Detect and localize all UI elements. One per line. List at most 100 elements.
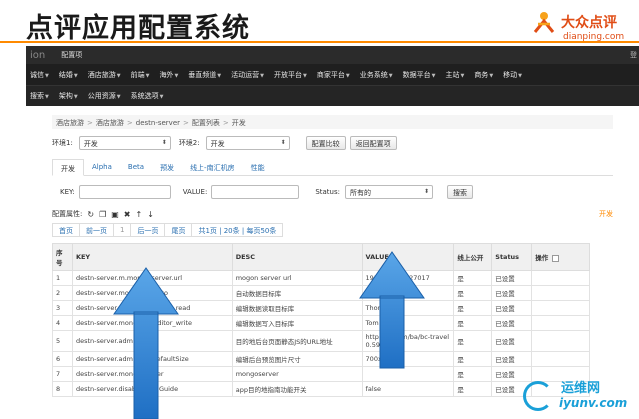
nav-item[interactable]: 海外▼	[159, 70, 178, 80]
cell-actions[interactable]	[531, 285, 590, 301]
remove-icon[interactable]: ✖	[124, 210, 131, 219]
cell-desc: 自动数据目标库	[231, 285, 363, 301]
nav-item-label: 活动运营	[231, 70, 260, 79]
nav-item[interactable]: 前端▼	[131, 70, 150, 80]
chevron-down-icon: ▼	[460, 72, 465, 79]
cell-status: 已设置	[491, 330, 533, 352]
env-tab[interactable]: 预发	[152, 159, 182, 175]
cell-actions[interactable]	[531, 270, 590, 286]
nav-item[interactable]: 架构▼	[59, 91, 78, 101]
cell-value	[361, 366, 455, 382]
nav-item-label: 商务	[474, 70, 489, 79]
column-header: 序号	[52, 243, 73, 271]
login-link[interactable]: 登	[630, 50, 637, 60]
chevron-down-icon: ▼	[489, 72, 494, 79]
nav-item[interactable]: 商家平台▼	[317, 70, 350, 80]
env-tab[interactable]: 开发	[52, 159, 84, 176]
env-tab[interactable]: Beta	[120, 159, 152, 175]
main-content: 酒店旅游 > 酒店旅游 > destn-server > 配置列表 > 开发 环境1: 开发 ⬍…	[26, 115, 639, 397]
cell-actions[interactable]	[531, 315, 590, 331]
props-label: 配置属性:	[52, 210, 83, 218]
nav-item[interactable]: 业务系统▼	[360, 70, 393, 80]
cell-pub: 是	[453, 381, 493, 397]
table-row[interactable]: 4 destn-server.mongo.db.editor_write 编辑数据写…	[52, 315, 590, 331]
move-up-icon[interactable]: ↑	[136, 210, 143, 219]
nav-item[interactable]: 系统选项▼	[131, 91, 164, 101]
chevron-down-icon: ▼	[388, 72, 393, 79]
cell-status: 已设置	[491, 351, 533, 367]
pagination-item[interactable]: 前一页	[79, 223, 114, 237]
chevron-down-icon: ▼	[45, 72, 49, 79]
env2-label: 环境2:	[178, 139, 200, 147]
table-row[interactable]: 2 destn-server.mongo.db.auto 自动数据目标库 Jerry 是…	[52, 285, 590, 301]
cell-desc: app目的地指南功能开关	[231, 381, 363, 397]
compare-config-button[interactable]: 配置比较	[305, 136, 346, 150]
nav-item[interactable]: 结婚▼	[59, 70, 78, 80]
search-button[interactable]: 搜索	[446, 185, 473, 199]
nav-item[interactable]: 诚信▼	[30, 70, 49, 80]
cell-no: 6	[52, 351, 73, 367]
env-selector-row: 环境1: 开发 ⬍ 环境2: 开发 ⬍ 配置比较 返回配置项	[52, 133, 639, 153]
nav-item[interactable]: 活动运营▼	[231, 70, 264, 80]
cell-no: 5	[52, 330, 73, 352]
table-row[interactable]: 8 destn-server.disableHotelGuide app目的地指南功…	[52, 381, 590, 397]
watermark-cn: 运维网	[561, 381, 601, 396]
pagination-item[interactable]: 尾页	[164, 223, 193, 237]
breadcrumb-item[interactable]: 酒店旅游	[96, 119, 124, 127]
app-title[interactable]: 配置项	[61, 50, 82, 60]
cell-pub: 是	[453, 366, 493, 382]
key-input[interactable]	[78, 185, 171, 199]
nav-item[interactable]: 公用资源▼	[88, 91, 121, 101]
nav-item[interactable]: 主站▼	[445, 70, 464, 80]
breadcrumb-item[interactable]: 酒店旅游	[56, 119, 84, 127]
table-header-row: 序号 KEY DESC VALUE 线上公开 Status 操作	[52, 243, 590, 271]
table-row[interactable]: 6 destn-server.admin.pic.defaultSize 编辑后台预…	[52, 351, 590, 367]
nav-item[interactable]: 数据平台▼	[403, 70, 436, 80]
cell-key: destn-server.mongo.db.editor_write	[71, 315, 233, 331]
cell-actions[interactable]	[531, 330, 590, 352]
env1-select[interactable]: 开发 ⬍	[78, 136, 171, 150]
pagination-item[interactable]: 后一页	[130, 223, 166, 237]
copy-icon[interactable]: ❐	[99, 210, 106, 219]
breadcrumb-item[interactable]: 配置列表	[192, 119, 220, 127]
env-tab[interactable]: Alpha	[84, 159, 120, 175]
status-select[interactable]: 所有的 ⬍	[344, 185, 433, 199]
env-tab[interactable]: 线上-南汇机房	[182, 159, 243, 175]
env2-select[interactable]: 开发 ⬍	[205, 136, 290, 150]
nav-item[interactable]: 垂直频道▼	[188, 70, 221, 80]
chevron-down-icon: ▼	[260, 72, 265, 79]
refresh-icon[interactable]: ↻	[87, 210, 94, 219]
nav-item-label: 结婚	[58, 70, 73, 79]
back-to-config-button[interactable]: 返回配置项	[349, 136, 397, 150]
chevron-down-icon: ▼	[145, 72, 150, 79]
chevron-down-icon: ▼	[116, 94, 121, 100]
select-all-checkbox[interactable]	[552, 254, 560, 262]
cell-desc: 编辑后台预览图片尺寸	[231, 351, 363, 367]
nav-item[interactable]: 开放平台▼	[274, 70, 307, 80]
nav-item-label: 前端	[130, 70, 145, 79]
nav-item[interactable]: 搜索▼	[30, 91, 49, 101]
table-row[interactable]: 7 destn-server.mongo.server mongoserver 是已设…	[52, 366, 590, 382]
nav-item[interactable]: 酒店旅游▼	[88, 70, 121, 80]
env-tab[interactable]: 性能	[243, 159, 273, 175]
pagination-item[interactable]: 首页	[52, 223, 80, 237]
app-brand[interactable]: ion	[30, 50, 45, 61]
nav-item[interactable]: 商务▼	[474, 70, 493, 80]
cell-no: 2	[52, 285, 73, 301]
move-down-icon[interactable]: ↓	[147, 210, 154, 219]
breadcrumb-separator: >	[222, 119, 229, 127]
nav-item-label: 架构	[58, 92, 73, 100]
table-row[interactable]: 3 destn-server.mongo.db.editor_read 编辑数据读取…	[52, 300, 590, 316]
cell-no: 7	[52, 366, 73, 382]
nav-item-label: 商家平台	[316, 70, 345, 79]
value-input[interactable]	[211, 185, 300, 199]
cell-actions[interactable]	[531, 351, 590, 367]
table-row[interactable]: 5 destn-server.admin.jsurl 目的地后台页面静态JS的URL…	[52, 330, 590, 352]
breadcrumb-item[interactable]: destn-server	[136, 119, 180, 127]
nav-item[interactable]: 移动▼	[503, 70, 522, 80]
cell-actions[interactable]	[531, 300, 590, 316]
select-arrow-icon: ⬍	[280, 139, 286, 146]
delete-icon[interactable]: ▣	[111, 210, 119, 219]
cell-no: 8	[52, 381, 73, 397]
table-row[interactable]: 1 destn-server.m.mongo.server.url mogon se…	[52, 270, 590, 286]
